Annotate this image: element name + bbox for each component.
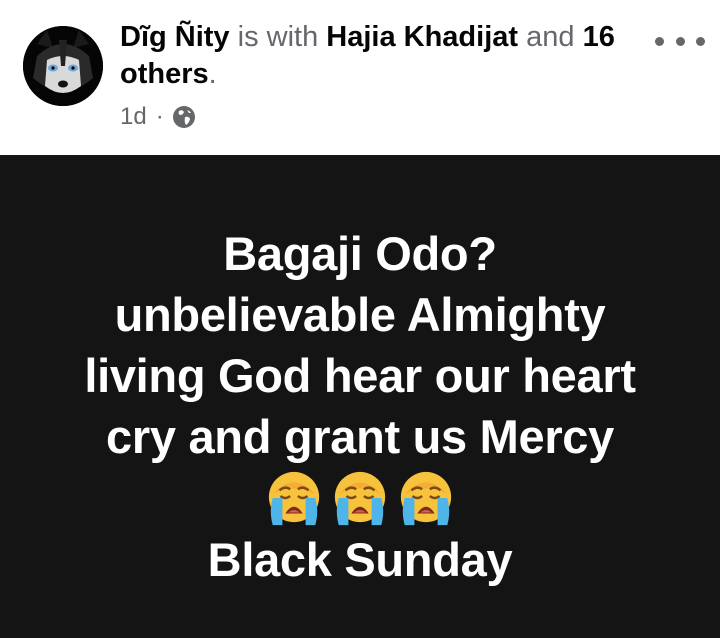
post-message: Bagaji Odo? unbelievable Almighty living… [0, 223, 720, 590]
author-avatar[interactable] [23, 26, 103, 106]
more-options-icon [655, 36, 664, 46]
more-options-icon-dot [696, 36, 705, 46]
message-line: Bagaji Odo? [223, 227, 497, 280]
crying-face-emoji [334, 471, 386, 526]
more-options-button[interactable] [655, 26, 705, 56]
tagged-person-link[interactable]: Hajia Khadijat [326, 21, 518, 53]
more-options-icon-dot [675, 36, 685, 46]
post-timestamp[interactable]: 1d [120, 103, 147, 131]
globe-icon[interactable] [172, 105, 196, 129]
post-meta: 1d · [120, 101, 196, 133]
author-name[interactable]: Dĩg Ñity [120, 21, 230, 53]
post-content-card[interactable]: Bagaji Odo? unbelievable Almighty living… [0, 155, 720, 638]
post-header-line: Dĩg Ñity is with Hajia Khadijat and 16 o… [120, 19, 640, 93]
with-text: is with [237, 21, 319, 53]
husky-avatar-image [23, 26, 103, 106]
message-line: unbelievable Almighty [114, 288, 606, 341]
crying-face-emoji [400, 471, 452, 526]
post-header: Dĩg Ñity is with Hajia Khadijat and 16 o… [0, 0, 720, 155]
and-text: and [526, 21, 575, 53]
crying-face-emoji [268, 471, 320, 526]
message-last-line: Black Sunday [207, 533, 513, 586]
emoji-row [0, 467, 720, 529]
message-line: living God hear our heart [84, 349, 636, 402]
meta-separator: · [155, 103, 164, 130]
period-text: . [208, 58, 217, 90]
message-line: cry and grant us Mercy [106, 410, 614, 463]
